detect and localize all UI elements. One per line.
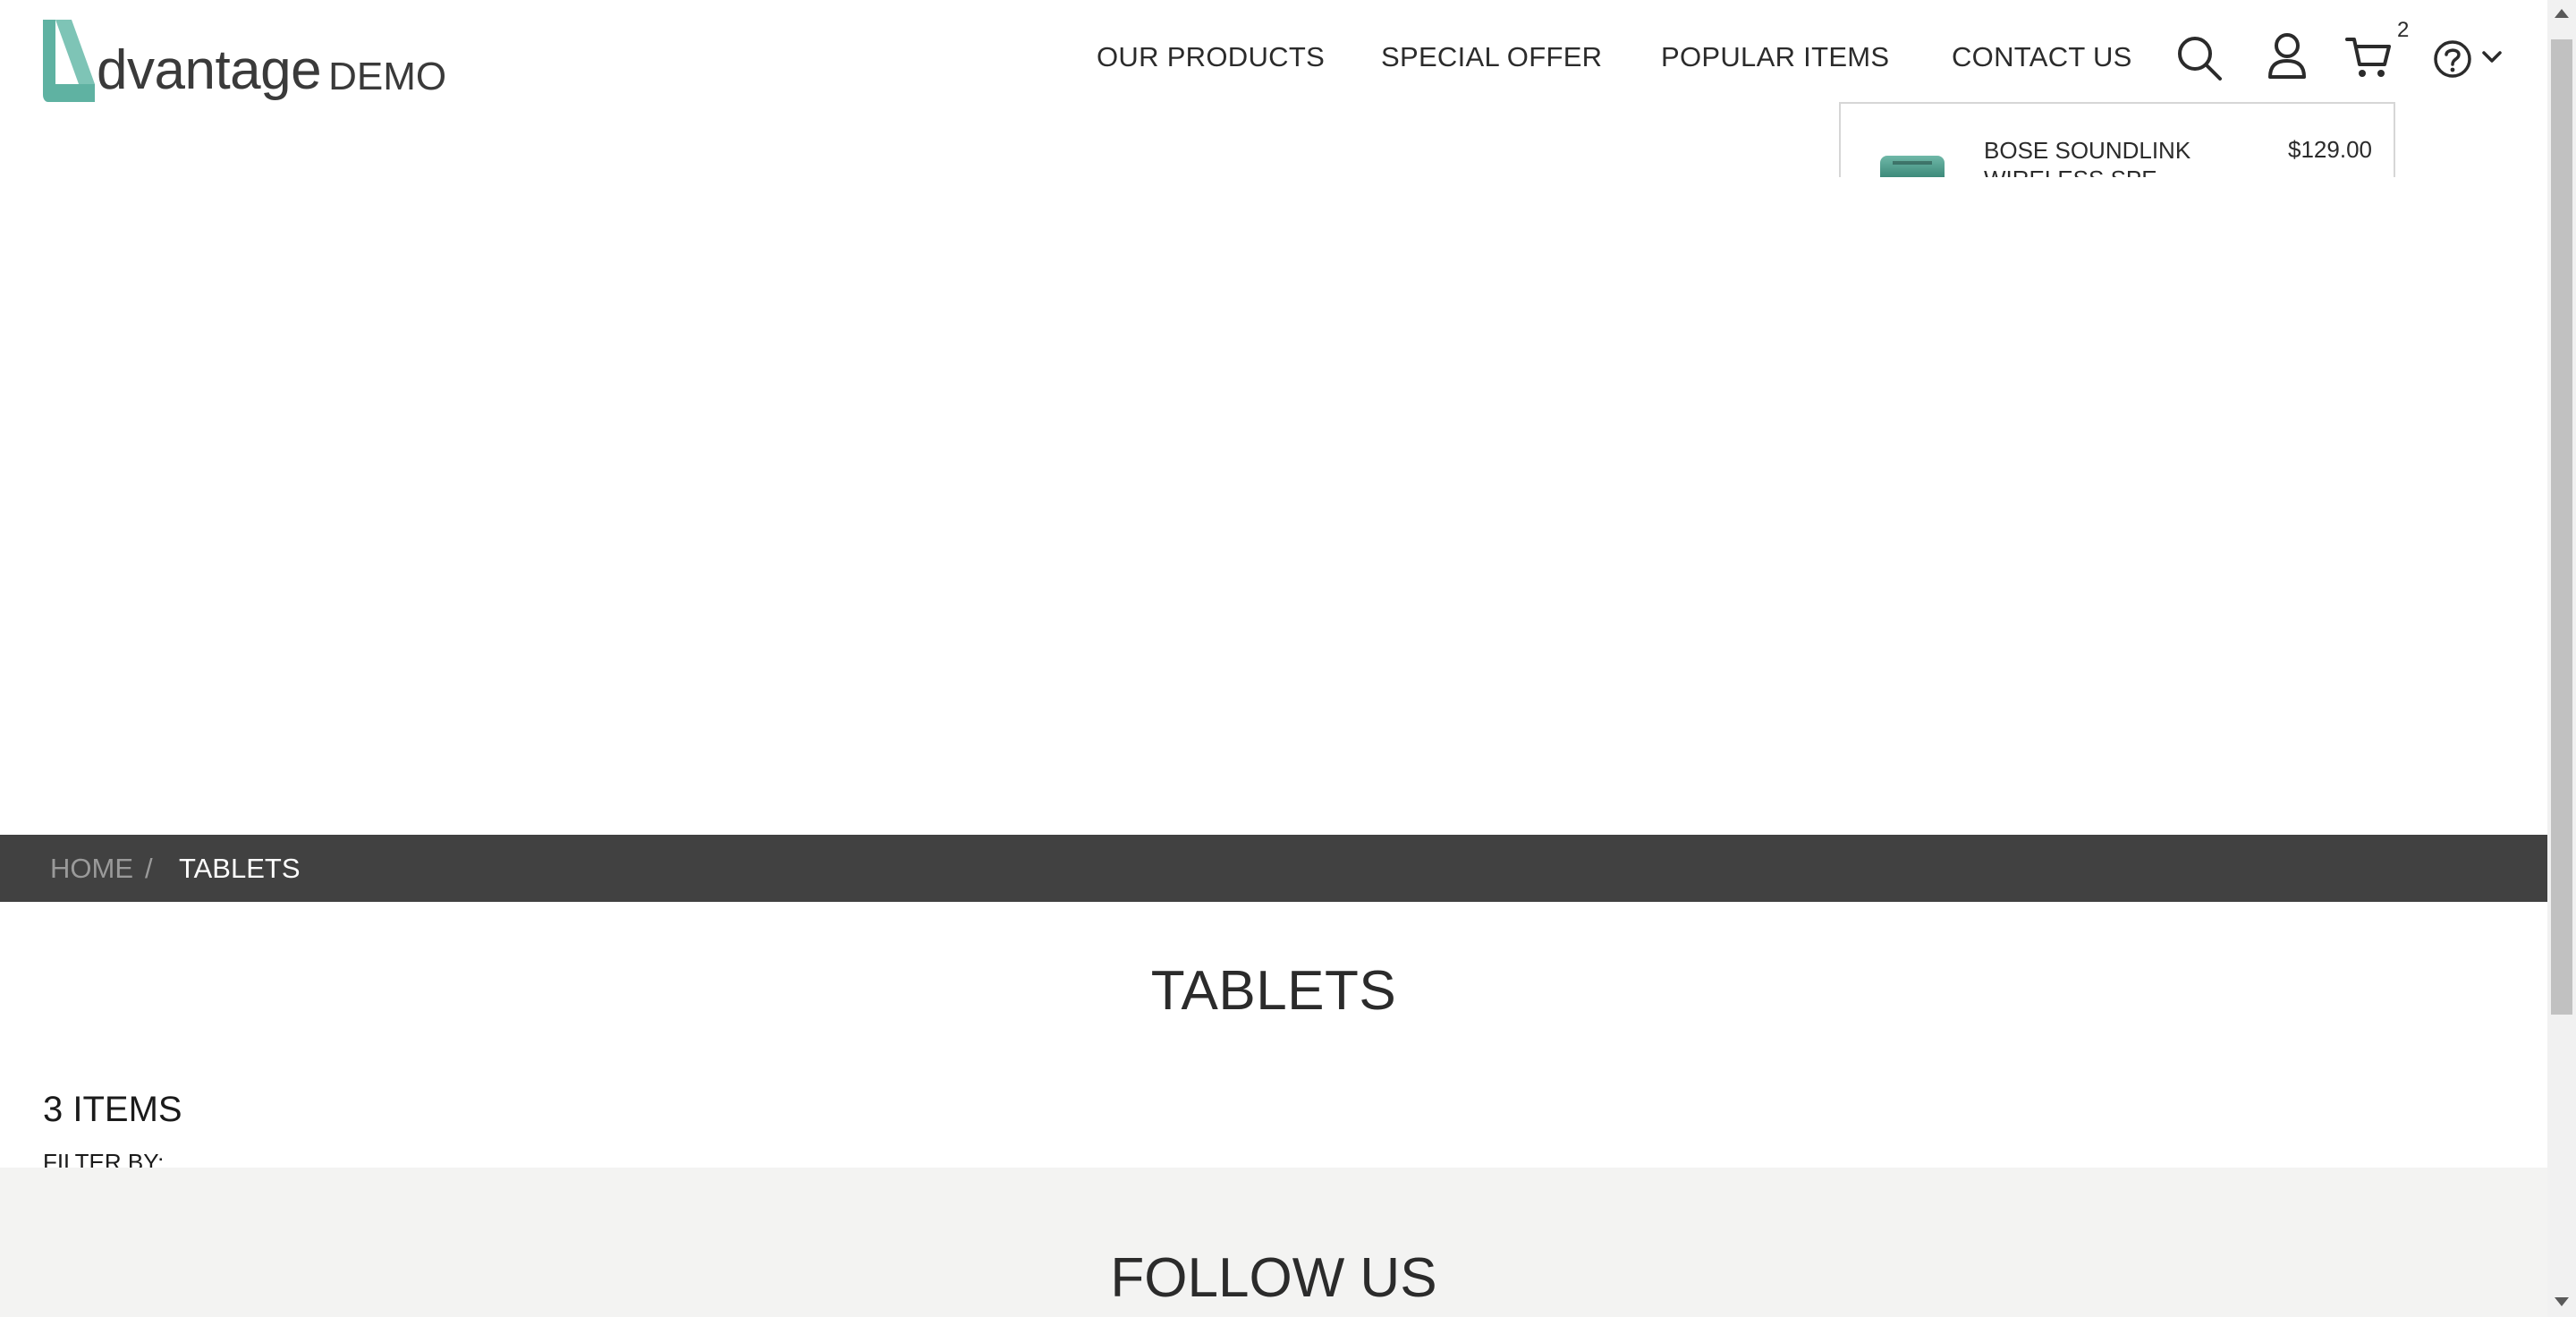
- logo-wordmark: dvantage: [97, 39, 322, 101]
- scroll-up-arrow-icon[interactable]: [2555, 9, 2569, 18]
- site-footer: FOLLOW US: [0, 1168, 2547, 1317]
- scrollbar-thumb[interactable]: [2551, 39, 2572, 1015]
- nav-special-offer[interactable]: SPECIAL OFFER: [1381, 41, 1602, 73]
- breadcrumb-current: TABLETS: [179, 853, 301, 884]
- breadcrumb-home-link[interactable]: HOME: [50, 853, 133, 885]
- nav-contact-us[interactable]: CONTACT US: [1952, 41, 2132, 73]
- cart-item-thumbnail[interactable]: [1880, 156, 1945, 177]
- cart-item-price: $129.00: [2288, 136, 2372, 163]
- cart-item-name[interactable]: BOSE SOUNDLINK WIRELESS SPE...: [1984, 136, 2207, 177]
- logo-mark-icon: [43, 20, 95, 102]
- breadcrumb-separator: /: [145, 853, 153, 884]
- filter-by-label: FILTER BY:: [43, 1149, 165, 1168]
- items-count: 3 ITEMS: [43, 1090, 182, 1129]
- site-header: dvantage DEMO OUR PRODUCTS SPECIAL OFFER…: [0, 0, 2547, 177]
- cart-count-badge: 2: [2397, 18, 2410, 42]
- cart-dropdown: BOSE SOUNDLINK WIRELESS SPE... $129.00: [1839, 102, 2395, 177]
- page: dvantage DEMO OUR PRODUCTS SPECIAL OFFER…: [0, 0, 2547, 1317]
- site-logo[interactable]: dvantage DEMO: [39, 16, 446, 102]
- page-title: TABLETS: [1150, 960, 1397, 1022]
- follow-us-title: FOLLOW US: [1110, 1247, 1437, 1309]
- chevron-down-icon[interactable]: [2481, 50, 2503, 64]
- search-icon[interactable]: [2175, 34, 2224, 82]
- vertical-scrollbar[interactable]: [2547, 0, 2576, 1317]
- scroll-down-arrow-icon[interactable]: [2555, 1297, 2569, 1306]
- help-icon[interactable]: [2433, 39, 2472, 79]
- logo-demo-label: DEMO: [328, 55, 447, 98]
- nav-popular-items[interactable]: POPULAR ITEMS: [1661, 41, 1889, 73]
- cart-icon[interactable]: [2345, 34, 2392, 81]
- user-icon[interactable]: [2267, 32, 2308, 81]
- breadcrumb: HOME / TABLETS: [0, 835, 2547, 902]
- nav-our-products[interactable]: OUR PRODUCTS: [1097, 41, 1325, 73]
